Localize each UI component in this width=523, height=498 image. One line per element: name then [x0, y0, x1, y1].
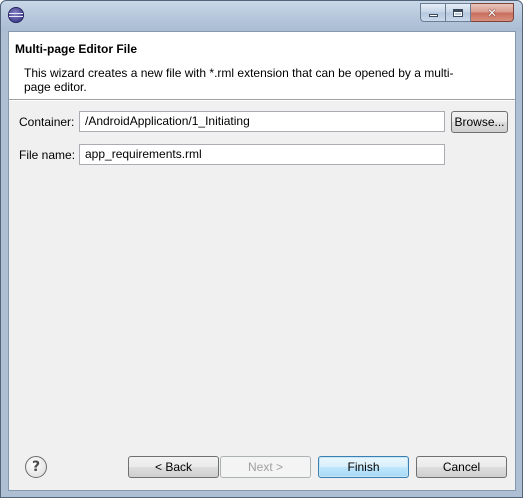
maximize-icon — [453, 8, 463, 17]
help-icon: ? — [31, 459, 41, 475]
header-divider — [9, 99, 515, 101]
wizard-client-area: Multi-page Editor File This wizard creat… — [8, 31, 516, 491]
back-button[interactable]: < Back — [128, 456, 219, 478]
page-description: This wizard creates a new file with *.rm… — [24, 66, 454, 94]
file-name-field[interactable]: app_requirements.rml — [79, 144, 445, 165]
browse-button[interactable]: Browse... — [451, 111, 508, 133]
page-title: Multi-page Editor File — [15, 42, 137, 56]
minimize-icon — [428, 14, 438, 17]
container-field[interactable]: /AndroidApplication/1_Initiating — [79, 111, 445, 132]
close-icon: ✕ — [486, 5, 498, 20]
wizard-header: Multi-page Editor File This wizard creat… — [9, 32, 515, 99]
next-button[interactable]: Next > — [220, 456, 311, 478]
container-label: Container: — [19, 115, 75, 129]
file-name-label: File name: — [19, 148, 76, 162]
maximize-button[interactable] — [446, 3, 471, 22]
help-button[interactable]: ? — [25, 456, 47, 478]
cancel-button[interactable]: Cancel — [416, 456, 507, 478]
wizard-window: ✕ Multi-page Editor File This wizard cre… — [0, 0, 523, 498]
finish-button[interactable]: Finish — [318, 456, 409, 478]
close-button[interactable]: ✕ — [471, 3, 514, 22]
window-controls: ✕ — [420, 3, 514, 22]
title-bar[interactable]: ✕ — [1, 1, 522, 31]
eclipse-icon — [8, 7, 24, 23]
minimize-button[interactable] — [420, 3, 446, 22]
